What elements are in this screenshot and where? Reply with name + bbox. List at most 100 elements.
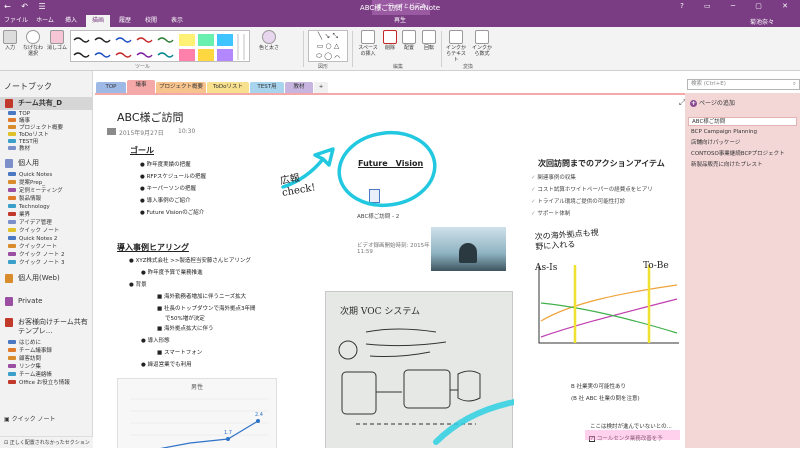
embedded-chart[interactable]: 男性 1.7 2.4 [117,378,277,448]
case-item[interactable]: ■ 海外拠点拡大に伴う [157,324,213,332]
tab-home[interactable]: ホーム [33,15,57,27]
page-item[interactable]: ABC様ご訪問 [688,117,797,126]
bottom-note[interactable]: ここは検討が進んでいないとの... [590,422,672,430]
section-item[interactable]: 教材 [8,146,30,153]
notebook-personal[interactable]: 個人用 [0,157,93,170]
section-item[interactable]: 定例ミーティング [8,188,63,195]
add-page-button[interactable]: + ページの追加 [690,98,735,107]
page-item[interactable]: BCP Campaign Planning [688,128,797,137]
section-item[interactable]: アイデア管理 [8,220,52,227]
window-controls[interactable]: ? ▭ ─ ▢ ✕ [680,2,797,10]
section-item[interactable]: チーム連絡帳 [8,372,52,379]
eraser-button[interactable]: 消しゴム [46,30,68,51]
shapes-gallery[interactable]: ╲ ↘ ⤡ ▭ ○ △ ⬭ ◯ ⌒ [308,30,348,62]
tab-file[interactable]: ファイル [2,15,30,27]
section-item[interactable]: ToDoリスト [8,132,49,139]
case-item[interactable]: ● 導入形態 [141,336,170,344]
section-item[interactable]: 製品情報 [8,196,41,203]
insert-space-button[interactable]: スペースの挿入 [356,30,380,57]
color-thickness-button[interactable]: 色と太さ [256,30,282,51]
section-item[interactable]: リンク集 [8,364,41,371]
ink-to-text-button[interactable]: インクからテキスト [444,30,468,63]
section-item[interactable]: TOP [8,111,30,118]
section-item[interactable]: クイック ノート 3 [8,260,65,267]
add-section-button[interactable]: + [314,82,328,93]
case-item[interactable]: ● XYZ株式会社 >>製造担当安藤さんヒアリング [129,256,251,264]
section-item[interactable]: クイック ノート 2 [8,252,65,259]
tab-draw[interactable]: 描画 [86,15,110,27]
notebook-team-shared[interactable]: チーム共有_D [0,97,93,110]
case-heading[interactable]: 導入事例ヒアリング [117,242,189,253]
section-item[interactable]: Quick Notes 2 [8,236,57,243]
action-heading[interactable]: 次回訪問までのアクションアイテム [538,158,665,169]
goal-item[interactable]: ● Future Visionのご紹介 [140,208,204,216]
expand-icon[interactable]: ⤢ [679,98,685,108]
section-tab-todo[interactable]: ToDoリスト [207,82,249,93]
delete-button[interactable]: 削除 [381,30,399,51]
section-item[interactable]: プロジェクト概要 [8,125,63,132]
action-item[interactable]: ✓ コスト試算ホワイトペーパーの経費点をヒアリ [531,185,653,193]
section-item[interactable]: TEST用 [8,139,38,146]
section-item[interactable]: はじめに [8,340,41,347]
tab-playback[interactable]: 再生 [380,15,420,27]
case-item[interactable]: ● 背景 [129,280,147,288]
user-name[interactable]: 菊池奈々 [750,17,774,26]
section-tab-minutes[interactable]: 議事 [127,80,155,93]
page-item[interactable]: CONTOSO事業継続BCPプロジェクト [688,150,797,159]
section-tab-materials[interactable]: 教材 [285,82,313,93]
case-item[interactable]: ■ スマートフォン [157,348,202,356]
action-item[interactable]: ✓ サポート体制 [531,209,570,217]
section-tab-test[interactable]: TEST用 [250,82,284,93]
notebook-private[interactable]: Private [0,295,93,308]
action-item[interactable]: ✓ トライアル環境ご提供の可能性打診 [531,197,625,205]
section-item[interactable]: Quick Notes [8,172,52,179]
section-item[interactable]: 提案Prep_ [8,180,45,187]
ink-to-math-button[interactable]: インクから数式 [470,30,494,57]
section-item[interactable]: 顧客訪問 [8,356,41,363]
ink-chart-note[interactable]: 次の海外拠点も視野に入れる [534,228,605,253]
case-item[interactable]: ● 繰返営業でも利用 [141,360,192,368]
section-tab-project[interactable]: プロジェクト概要 [156,82,206,93]
tab-insert[interactable]: 挿入 [60,15,82,27]
quick-notes-link[interactable]: ▣ クイック ノート [4,414,56,423]
bottom-note[interactable]: (B 社 ABC 社業の問を注意) [571,394,640,402]
goal-heading[interactable]: ゴール [130,145,154,156]
section-tab-top[interactable]: TOP [96,82,126,93]
case-item[interactable]: で50%増が決定 [165,314,205,322]
pen-swatches[interactable] [71,31,251,63]
case-item[interactable]: ■ 社長のトップダウンで海外拠点3年間 [157,304,255,312]
whiteboard-photo[interactable]: 次期 VOC システム [325,291,514,448]
notebook-customer-template[interactable]: お客様向けチーム共有テンプレ... [0,316,93,336]
section-item[interactable]: Office お役立ち情報 [8,380,70,387]
bottom-note[interactable]: B 社業実の可能性あり [571,382,626,390]
section-item[interactable]: クイック ノート [8,228,59,235]
section-item[interactable]: 業界 [8,212,30,219]
section-item[interactable]: クイックノート [8,244,57,251]
rotate-button[interactable]: 回転 [420,30,438,51]
section-item[interactable]: Technology [8,204,50,211]
section-item[interactable]: 議事 [8,118,30,125]
goal-item[interactable]: ● RFPスケジュールの把握 [140,172,206,180]
tab-view[interactable]: 表示 [166,15,188,27]
ink-chart[interactable] [531,263,681,345]
ink-as-is[interactable]: As-Is [535,263,557,273]
lasso-button[interactable]: なげなわ選択 [22,30,44,57]
ink-to-be[interactable]: To-Be [643,261,669,271]
arrange-button[interactable]: 配置 [400,30,418,51]
search-input[interactable]: 検索 (Ctrl+E) ⌕ [687,79,800,90]
misplaced-sections-link[interactable]: ⊡ 正しく配置されなかったセクション [0,436,93,448]
page-canvas[interactable]: ⤢ ABC様ご訪問 2015年9月27日 10:30 ゴール ● 昨年度実績の把… [95,93,685,448]
notebook-personal-web[interactable]: 個人用(Web) [0,272,93,285]
case-item[interactable]: ■ 海外勤務者増加に伴うニーズ拡大 [157,292,246,300]
page-item[interactable]: 店舗向けパッケージ [688,139,797,148]
section-item[interactable]: チーム議事録 [8,348,52,355]
page-title[interactable]: ABC様ご訪問 [117,109,184,125]
tab-history[interactable]: 履歴 [114,15,136,27]
goal-item[interactable]: ● 導入事例のご紹介 [140,196,191,204]
input-button[interactable]: 入力 [2,30,18,51]
page-item[interactable]: 新製品販売に向けたプレスト [688,161,797,170]
goal-item[interactable]: ● キーパーソンの把握 [140,184,196,192]
case-item[interactable]: ● 昨年度予算で業務推進 [141,268,203,276]
tab-review[interactable]: 校閲 [140,15,162,27]
action-item[interactable]: ✓ 関連事例の収集 [531,173,576,181]
